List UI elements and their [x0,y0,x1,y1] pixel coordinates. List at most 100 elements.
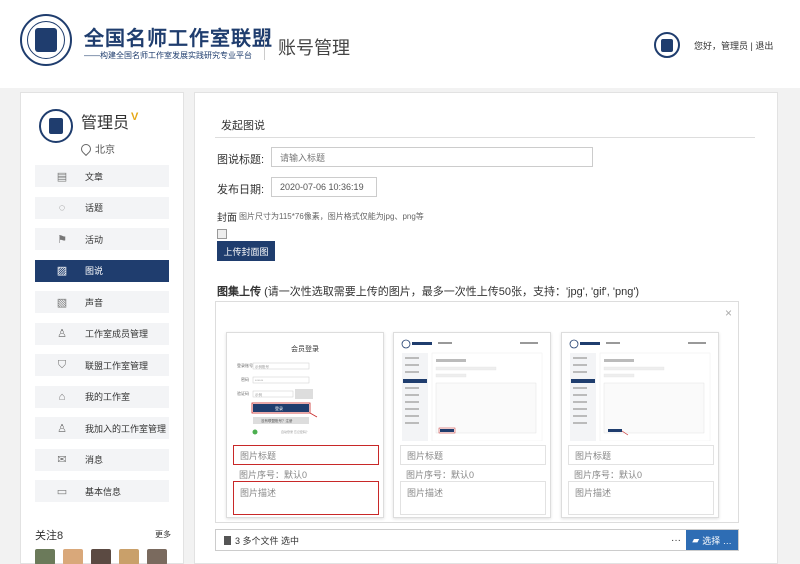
sidebar-item-6[interactable]: ⛉ 联盟工作室管理 [35,354,169,376]
title-input[interactable]: 请输入标题 [271,147,593,167]
image-title-input[interactable]: 图片标题 [568,445,714,465]
sidebar-item-label: 联盟工作室管理 [85,360,149,371]
section-title: 发起图说 [221,120,265,132]
broken-image-icon [217,229,227,239]
sidebar-item-10[interactable]: ▭ 基本信息 [35,480,169,502]
gallery-preview: × 会员登录 登录账号 示例账号 密码 ****** 验证码 示例 登录 没有联… [215,301,739,523]
sidebar: 管理员 V 北京 ▤ 文章 ◌ 话题 ⚑ 活动 ▨ 图说 ▧ 声音 ♙ 工作室成员管理 ⛉ 联盟工作室管理… [20,92,184,564]
header: 全国名师工作室联盟 ——构建全国名师工作室发展实践研究专业平台 账号管理 您好，… [0,0,800,88]
image-description-input[interactable]: 图片描述 [400,481,546,515]
user-icon: ♙ [57,328,67,340]
thumb-login-button: 登录 [275,405,283,411]
shield-icon: ⛉ [57,358,67,371]
gallery-label: 图集上传 [217,286,261,298]
location: 北京 [78,141,115,156]
chat-bubble-icon: ◌ [58,201,66,214]
sidebar-item-4[interactable]: ▧ 声音 [35,291,169,313]
thumb-heading: 会员登录 [291,344,319,353]
gallery-hint: (请一次性选取需要上传的图片，最多一次性上传50张，支持：'jpg', 'gif… [264,286,640,298]
sidebar-item-label: 文章 [85,171,104,182]
follow-avatar[interactable] [63,549,83,564]
thumbnail-login: 会员登录 登录账号 示例账号 密码 ****** 验证码 示例 登录 没有联盟账… [231,337,379,441]
thumb-account-value: 示例账号 [255,364,269,369]
audio-file-icon: ▧ [56,296,68,309]
cover-label: 封面 [217,213,237,224]
gallery-heading: 图集上传 (请一次性选取需要上传的图片，最多一次性上传50张，支持：'jpg',… [217,283,639,299]
thumb-register-button: 没有联盟账号？注册 [261,418,293,423]
document-icon: ▤ [56,170,68,183]
sidebar-item-3[interactable]: ▨ 图说 [35,259,169,282]
thumb-captcha-label: 验证码 [237,390,249,396]
more-link[interactable]: 更多 [155,529,171,540]
brand-name: 全国名师工作室联盟 [84,28,273,50]
follow-avatar[interactable] [119,549,139,564]
user-name: 管理员 [81,115,130,132]
form-screenshot-icon [566,337,714,441]
logo[interactable] [20,14,72,66]
greeting-link[interactable]: 您好，管理员 [694,41,748,51]
sidebar-item-label: 活动 [85,234,104,245]
sidebar-item-label: 声音 [85,297,104,308]
follow-avatar[interactable] [91,549,111,564]
sidebar-item-0[interactable]: ▤ 文章 [35,165,169,187]
location-pin-icon [78,141,94,156]
flag-icon: ⚑ [57,233,67,246]
sidebar-item-label: 消息 [85,455,104,465]
image-title-input[interactable]: 图片标题 [400,445,546,465]
more-options-icon[interactable]: ··· [666,535,686,546]
thumb-captcha-value: 示例 [255,392,263,397]
image-card: 图片标题 图片序号：默认0 图片描述 [561,332,719,518]
file-status: 3 多个文件 选中 [216,534,666,547]
sidebar-item-5[interactable]: ♙ 工作室成员管理 [35,322,169,345]
sidebar-item-1[interactable]: ◌ 话题 [35,196,169,219]
folder-icon: ▰ [692,534,700,545]
cover-hint: 图片尺寸为115*76像素，图片格式仅能为jpg、png等 [239,212,424,221]
sidebar-item-label: 我的工作室 [85,392,131,402]
file-status-text: 3 多个文件 选中 [235,535,300,546]
mail-icon: ✉ [57,454,67,466]
sidebar-item-8[interactable]: ♙ 我加入的工作室管理 [35,417,169,439]
logout-link[interactable]: 退出 [755,41,773,51]
file-icon [224,535,231,545]
section-divider [215,137,755,138]
follow-avatar[interactable] [147,549,167,564]
follow-avatar[interactable] [35,549,55,564]
thumb-password-value: ****** [255,379,264,383]
thumbnail-form [398,337,546,441]
image-icon: ▨ [56,265,68,277]
header-avatar[interactable] [654,32,680,58]
page-title: 账号管理 [278,38,350,58]
brand-subtitle: ——构建全国名师工作室发展实践研究专业平台 [84,51,252,60]
location-text: 北京 [95,145,115,156]
header-divider [264,28,265,60]
follow-avatars [35,549,167,564]
follow-count: 关注8 [35,530,64,542]
sidebar-item-label: 工作室成员管理 [85,329,149,339]
file-input-bar: 3 多个文件 选中 ··· ▰ 选择 … [215,529,739,551]
image-title-input[interactable]: 图片标题 [233,445,379,465]
thumb-footer: 自动登录 忘记密码？ [281,429,309,434]
sidebar-item-label: 我加入的工作室管理 [85,423,167,434]
sidebar-item-label: 基本信息 [85,486,122,497]
title-label: 图说标题: [217,154,265,166]
date-label: 发布日期: [217,184,265,196]
home-icon: ⌂ [58,390,66,403]
image-card: 会员登录 登录账号 示例账号 密码 ****** 验证码 示例 登录 没有联盟账… [226,332,384,518]
thumb-password-label: 密码 [241,376,249,382]
user-join-icon: ♙ [57,422,67,435]
sidebar-item-9[interactable]: ✉ 消息 [35,448,169,471]
avatar[interactable] [39,109,73,143]
sidebar-item-label: 图说 [85,266,104,276]
main-panel: 发起图说 图说标题: 请输入标题 发布日期: 2020-07-06 10:36:… [194,92,778,564]
close-icon[interactable]: × [725,306,732,320]
image-description-input[interactable]: 图片描述 [568,481,714,515]
image-description-input[interactable]: 图片描述 [233,481,379,515]
upload-cover-button[interactable]: 上传封面图 [217,241,275,261]
sidebar-item-7[interactable]: ⌂ 我的工作室 [35,385,169,408]
choose-files-button[interactable]: ▰ 选择 … [686,530,738,550]
thumb-account-label: 登录账号 [237,362,253,368]
choose-files-label: 选择 … [702,535,732,546]
sidebar-item-2[interactable]: ⚑ 活动 [35,228,169,250]
date-input[interactable]: 2020-07-06 10:36:19 [271,177,377,197]
thumbnail-form [566,337,714,441]
